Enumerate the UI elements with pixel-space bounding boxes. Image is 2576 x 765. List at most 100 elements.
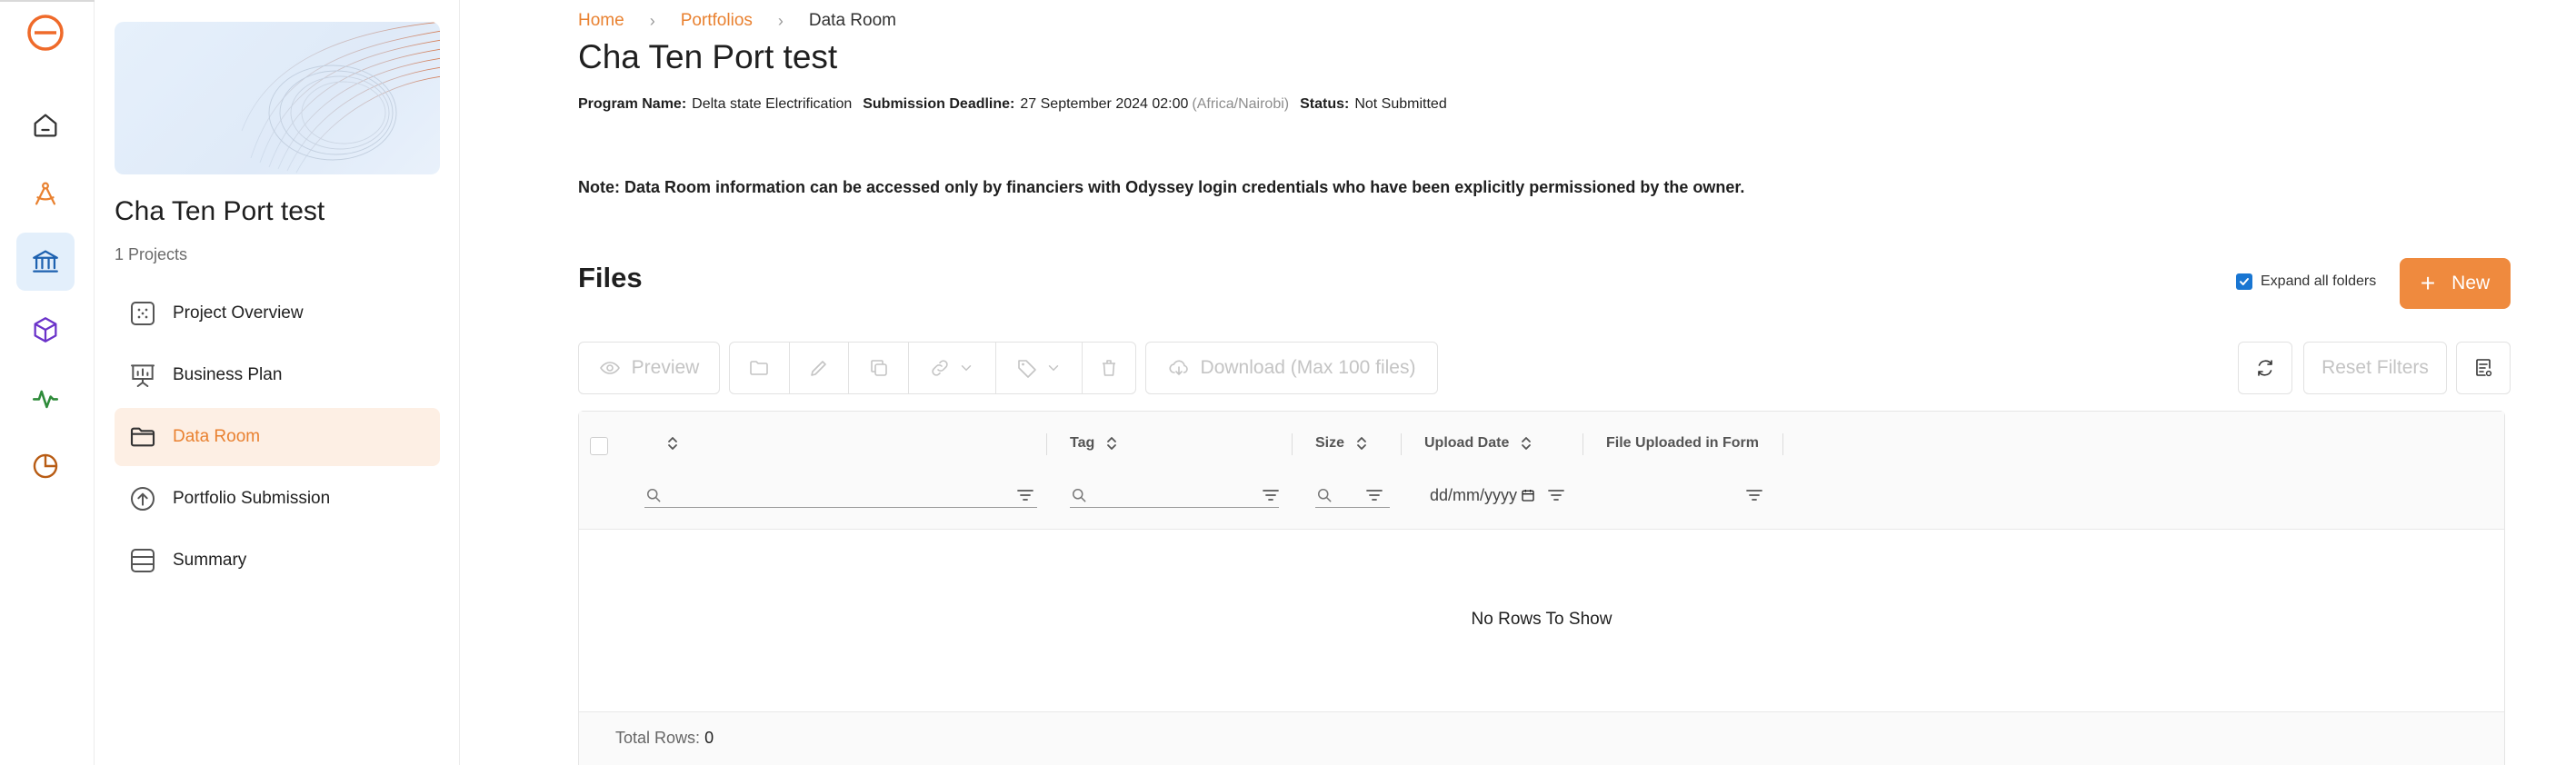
deadline-label: Submission Deadline: bbox=[863, 96, 1015, 112]
rail-activity[interactable] bbox=[16, 369, 75, 427]
nav-portfolio-submission[interactable]: Portfolio Submission bbox=[115, 470, 440, 528]
copy-icon bbox=[870, 360, 887, 376]
columns-button[interactable] bbox=[2456, 342, 2511, 394]
nav-summary[interactable]: Summary bbox=[115, 532, 440, 590]
checkbox-checked-icon[interactable] bbox=[2236, 273, 2252, 290]
tag-menu-button[interactable] bbox=[996, 343, 1083, 393]
col-upload-date-label: Upload Date bbox=[1424, 435, 1510, 451]
new-button-label: New bbox=[2451, 273, 2491, 293]
nav-project-overview[interactable]: Project Overview bbox=[115, 284, 440, 343]
refresh-button[interactable] bbox=[2238, 342, 2292, 394]
download-button[interactable]: Download (Max 100 files) bbox=[1145, 342, 1438, 394]
total-rows-value: 0 bbox=[704, 729, 714, 747]
program-value: Delta state Electrification bbox=[692, 96, 853, 112]
chevron-right-icon: › bbox=[777, 11, 784, 30]
deadline-value: 27 September 2024 02:00 bbox=[1020, 96, 1189, 112]
date-placeholder: dd/mm/yyyy bbox=[1430, 485, 1518, 504]
breadcrumb: Home › Portfolios › Data Room bbox=[578, 11, 896, 31]
col-size-label: Size bbox=[1315, 435, 1345, 451]
page-title: Cha Ten Port test bbox=[578, 38, 838, 75]
name-filter-input[interactable] bbox=[644, 482, 1037, 508]
chevron-down-icon bbox=[962, 365, 972, 372]
filter-icon[interactable] bbox=[1744, 486, 1764, 504]
rail-compass[interactable] bbox=[16, 164, 75, 223]
deadline-timezone: (Africa/Nairobi) bbox=[1192, 96, 1290, 112]
breadcrumb-portfolios[interactable]: Portfolios bbox=[681, 11, 753, 31]
rail-package[interactable] bbox=[16, 301, 75, 359]
col-upload-date-header[interactable]: Upload Date bbox=[1424, 430, 1533, 457]
list-icon bbox=[127, 545, 158, 576]
filter-icon[interactable] bbox=[1364, 486, 1384, 504]
col-name-header[interactable] bbox=[655, 430, 679, 457]
column-separator bbox=[1046, 433, 1047, 455]
grid-body: No Rows To Show bbox=[579, 530, 2504, 711]
sort-icon bbox=[1357, 437, 1366, 450]
breadcrumb-current: Data Room bbox=[808, 11, 896, 30]
rail-bank[interactable] bbox=[16, 233, 75, 291]
new-folder-button[interactable] bbox=[730, 343, 790, 393]
presentation-icon bbox=[127, 360, 158, 391]
total-rows-label: Total Rows: bbox=[615, 729, 701, 747]
breadcrumb-home[interactable]: Home bbox=[578, 11, 624, 31]
new-button[interactable]: + New bbox=[2400, 258, 2511, 309]
copy-button[interactable] bbox=[849, 343, 910, 393]
preview-button[interactable]: Preview bbox=[578, 342, 720, 394]
nav-label: Portfolio Submission bbox=[173, 489, 331, 508]
icon-rail bbox=[0, 0, 149, 765]
nav-label: Project Overview bbox=[173, 303, 304, 323]
reset-filters-label: Reset Filters bbox=[2321, 357, 2429, 378]
folder-icon bbox=[127, 422, 158, 452]
col-form-header[interactable]: File Uploaded in Form bbox=[1606, 430, 1759, 457]
select-all-checkbox[interactable] bbox=[590, 437, 608, 455]
download-label: Download (Max 100 files) bbox=[1200, 357, 1416, 378]
rail-home[interactable] bbox=[16, 96, 75, 154]
folder-icon bbox=[750, 361, 769, 375]
link-menu-button[interactable] bbox=[909, 343, 996, 393]
search-icon bbox=[647, 488, 661, 502]
nav-business-plan[interactable]: Business Plan bbox=[115, 346, 440, 404]
filter-icon[interactable] bbox=[1546, 486, 1566, 504]
program-label: Program Name: bbox=[578, 96, 687, 112]
odyssey-logo-icon[interactable] bbox=[25, 13, 65, 53]
status-value: Not Submitted bbox=[1354, 96, 1447, 112]
col-tag-label: Tag bbox=[1070, 435, 1095, 451]
files-heading: Files bbox=[578, 262, 643, 293]
nav-label: Summary bbox=[173, 551, 247, 570]
col-size-header[interactable]: Size bbox=[1315, 430, 1368, 457]
rename-button[interactable] bbox=[790, 343, 850, 393]
status-label: Status: bbox=[1300, 96, 1350, 112]
package-icon bbox=[34, 317, 57, 343]
cloud-download-icon bbox=[1169, 360, 1188, 375]
filter-icon[interactable] bbox=[1015, 486, 1035, 504]
column-separator bbox=[1782, 433, 1783, 455]
delete-button[interactable] bbox=[1083, 343, 1135, 393]
total-rows: Total Rows: 0 bbox=[615, 729, 714, 748]
files-grid: Tag Size Upload Date File Uploaded in Fo… bbox=[578, 411, 2505, 765]
refresh-icon bbox=[2258, 360, 2272, 376]
col-tag-header[interactable]: Tag bbox=[1070, 430, 1118, 457]
reset-filters-button[interactable]: Reset Filters bbox=[2303, 342, 2447, 394]
nav-label: Data Room bbox=[173, 427, 261, 446]
chevron-right-icon: › bbox=[649, 11, 655, 30]
app-root: Cha Ten Port test 1 Projects Project Ove… bbox=[0, 0, 2576, 765]
search-icon bbox=[1318, 488, 1332, 502]
chevron-down-icon bbox=[1048, 365, 1059, 372]
empty-message: No Rows To Show bbox=[1471, 610, 1612, 629]
nav-label: Business Plan bbox=[173, 365, 283, 384]
pie-chart-icon bbox=[33, 453, 58, 479]
access-note: Note: Data Room information can be acces… bbox=[578, 178, 1745, 196]
col-form-label: File Uploaded in Form bbox=[1606, 435, 1760, 451]
rail-pie[interactable] bbox=[16, 437, 75, 495]
grid-header: Tag Size Upload Date File Uploaded in Fo… bbox=[579, 412, 2504, 530]
tag-filter-input[interactable] bbox=[1070, 482, 1279, 508]
calendar-icon[interactable] bbox=[1521, 488, 1535, 502]
grid-footer: Total Rows: 0 bbox=[579, 711, 2504, 765]
column-separator bbox=[1292, 433, 1293, 455]
filter-icon[interactable] bbox=[1261, 486, 1281, 504]
upload-date-filter-input[interactable]: dd/mm/yyyy bbox=[1430, 482, 1535, 508]
expand-all-toggle[interactable]: Expand all folders bbox=[2236, 273, 2376, 290]
nav-data-room[interactable]: Data Room bbox=[115, 408, 440, 466]
home-icon bbox=[34, 114, 57, 137]
activity-icon bbox=[32, 390, 59, 409]
expand-all-label: Expand all folders bbox=[2261, 273, 2377, 289]
